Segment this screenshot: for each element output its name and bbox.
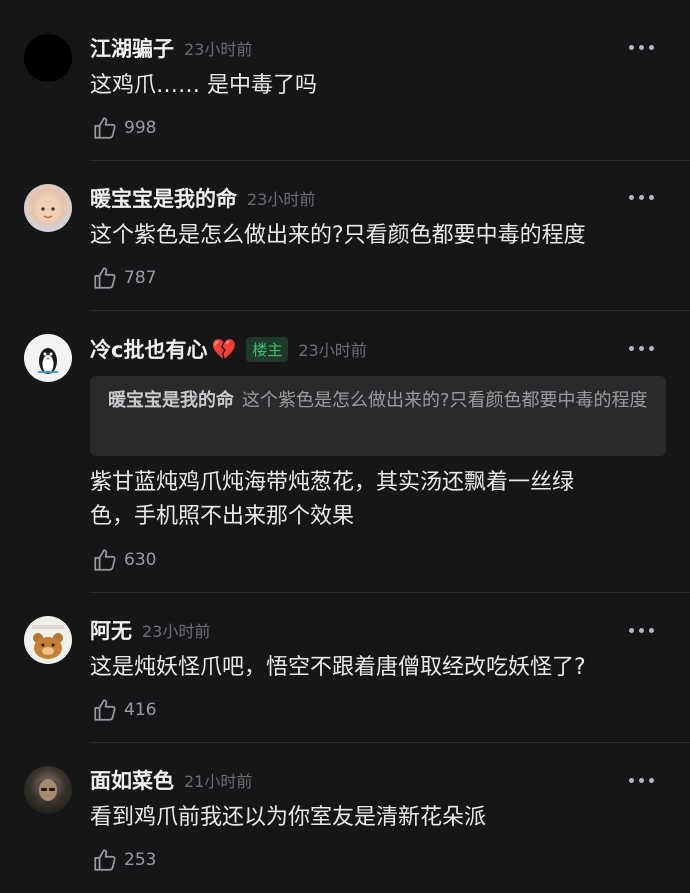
timestamp: 21小时前 xyxy=(184,772,253,791)
like-button[interactable]: 630 xyxy=(92,547,156,573)
like-button[interactable]: 253 xyxy=(92,847,156,873)
thumbs-up-icon xyxy=(94,699,116,721)
username[interactable]: 暖宝宝是我的命 xyxy=(90,183,237,213)
more-options-icon[interactable] xyxy=(629,43,654,51)
avatar[interactable] xyxy=(24,334,72,382)
comment-header: 面如菜色 21小时前 xyxy=(90,765,252,795)
quoted-reply[interactable]: 暖宝宝是我的命 这个紫色是怎么做出来的?只看颜色都要中毒的程度 xyxy=(90,376,666,456)
penguin-icon xyxy=(38,348,58,374)
comment-text: 这个紫色是怎么做出来的?只看颜色都要中毒的程度 xyxy=(90,223,586,248)
username[interactable]: 面如菜色 xyxy=(90,765,174,795)
like-button[interactable]: 416 xyxy=(92,697,156,723)
username[interactable]: 冷c批也有心 xyxy=(90,334,207,364)
divider xyxy=(90,592,690,593)
more-options-icon[interactable] xyxy=(629,344,654,352)
more-options-icon[interactable] xyxy=(629,626,654,634)
username[interactable]: 阿无 xyxy=(90,615,132,645)
timestamp: 23小时前 xyxy=(247,190,316,209)
divider xyxy=(90,742,690,743)
like-count: 998 xyxy=(124,118,157,138)
baby-face-icon xyxy=(35,197,61,223)
divider xyxy=(90,160,690,161)
comment-text-line: 紫甘蓝炖鸡爪炖海带炖葱花，其实汤还飘着一丝绿 xyxy=(90,470,575,495)
comment-text: 这鸡爪…… 是中毒了吗 xyxy=(90,73,317,98)
timestamp: 23小时前 xyxy=(298,341,367,360)
like-count: 787 xyxy=(124,268,157,288)
broken-heart-icon: 💔 xyxy=(211,337,237,361)
comment-text: 这是炖妖怪爪吧，悟空不跟着唐僧取经改吃妖怪了? xyxy=(90,655,586,680)
like-count: 253 xyxy=(124,850,157,870)
like-count: 416 xyxy=(124,700,157,720)
more-options-icon[interactable] xyxy=(629,193,654,201)
comment-text-line: 色，手机照不出来那个效果 xyxy=(90,504,355,529)
comment-list: 江湖骗子 23小时前 这鸡爪…… 是中毒了吗 998 暖宝宝是我的命 23小时前… xyxy=(0,0,690,893)
avatar[interactable] xyxy=(24,34,72,82)
comment-header: 阿无 23小时前 xyxy=(90,615,210,645)
timestamp: 23小时前 xyxy=(142,622,211,641)
bear-cartoon-icon xyxy=(32,625,64,659)
avatar[interactable] xyxy=(24,766,72,814)
comment-header: 冷c批也有心 💔 楼主 23小时前 xyxy=(90,334,367,364)
like-button[interactable]: 998 xyxy=(92,115,156,141)
quoted-username[interactable]: 暖宝宝是我的命 xyxy=(108,390,234,411)
thumbs-up-icon xyxy=(94,267,116,289)
avatar[interactable] xyxy=(24,616,72,664)
more-options-icon[interactable] xyxy=(629,776,654,784)
timestamp: 23小时前 xyxy=(184,40,253,59)
avatar[interactable] xyxy=(24,184,72,232)
comment-text: 看到鸡爪前我还以为你室友是清新花朵派 xyxy=(90,805,487,830)
thumbs-up-icon xyxy=(94,549,116,571)
thumbs-up-icon xyxy=(94,849,116,871)
author-badge: 楼主 xyxy=(246,336,289,362)
like-button[interactable]: 787 xyxy=(92,265,156,291)
like-count: 630 xyxy=(124,550,157,570)
quoted-text: 这个紫色是怎么做出来的?只看颜色都要中毒的程度 xyxy=(242,390,648,411)
comment-text: 紫甘蓝炖鸡爪炖海带炖葱花，其实汤还飘着一丝绿 色，手机照不出来那个效果 xyxy=(90,466,654,534)
divider xyxy=(90,310,690,311)
comment-header: 暖宝宝是我的命 23小时前 xyxy=(90,183,315,213)
man-photo-icon xyxy=(38,779,58,801)
comment-header: 江湖骗子 23小时前 xyxy=(90,33,252,63)
username[interactable]: 江湖骗子 xyxy=(90,33,174,63)
thumbs-up-icon xyxy=(94,117,116,139)
